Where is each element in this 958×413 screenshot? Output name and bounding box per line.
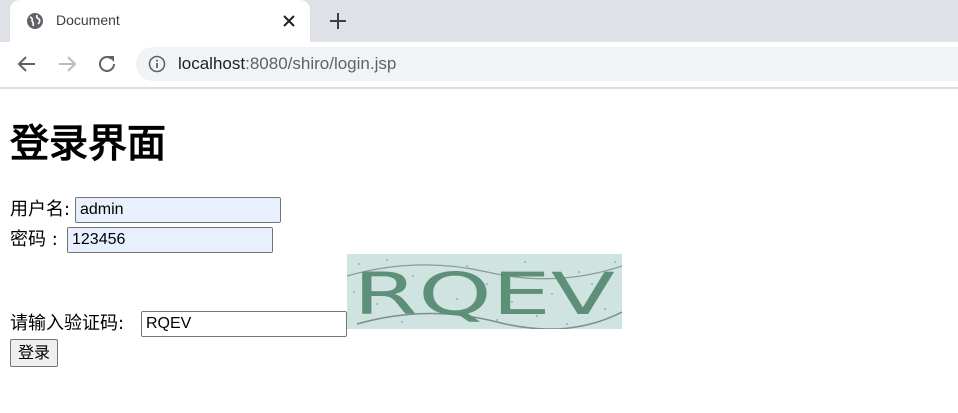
captcha-label: 请输入验证码: (10, 313, 125, 334)
tab-strip: Document (0, 0, 958, 42)
reload-icon[interactable] (95, 52, 119, 76)
login-button[interactable]: 登录 (10, 339, 59, 367)
url-path: :8080/shiro/login.jsp (245, 54, 397, 73)
address-bar[interactable]: localhost:8080/shiro/login.jsp (136, 47, 958, 81)
captcha-text: RQEV (353, 260, 616, 328)
captcha-image[interactable]: RQEV (347, 254, 622, 329)
url-text: localhost:8080/shiro/login.jsp (178, 55, 396, 73)
tab-title: Document (56, 12, 120, 28)
plus-icon[interactable] (327, 10, 349, 32)
password-label: 密码 : (10, 229, 58, 250)
browser-toolbar: localhost:8080/shiro/login.jsp (0, 42, 958, 87)
close-icon[interactable] (280, 12, 298, 30)
page-title: 登录界面 (10, 122, 167, 167)
arrow-right-icon[interactable] (55, 52, 79, 76)
globe-icon (27, 13, 43, 29)
username-label: 用户名: (10, 199, 71, 220)
password-field[interactable] (67, 227, 273, 253)
page-content: 登录界面 用户名: 密码 : RQEV 请输入验证码: 登录 (0, 89, 958, 413)
arrow-left-icon[interactable] (15, 52, 39, 76)
tab-document[interactable]: Document (10, 0, 310, 42)
url-host: localhost (178, 54, 246, 73)
info-icon[interactable] (148, 55, 166, 73)
username-field[interactable] (75, 197, 281, 223)
captcha-field[interactable] (141, 311, 347, 337)
